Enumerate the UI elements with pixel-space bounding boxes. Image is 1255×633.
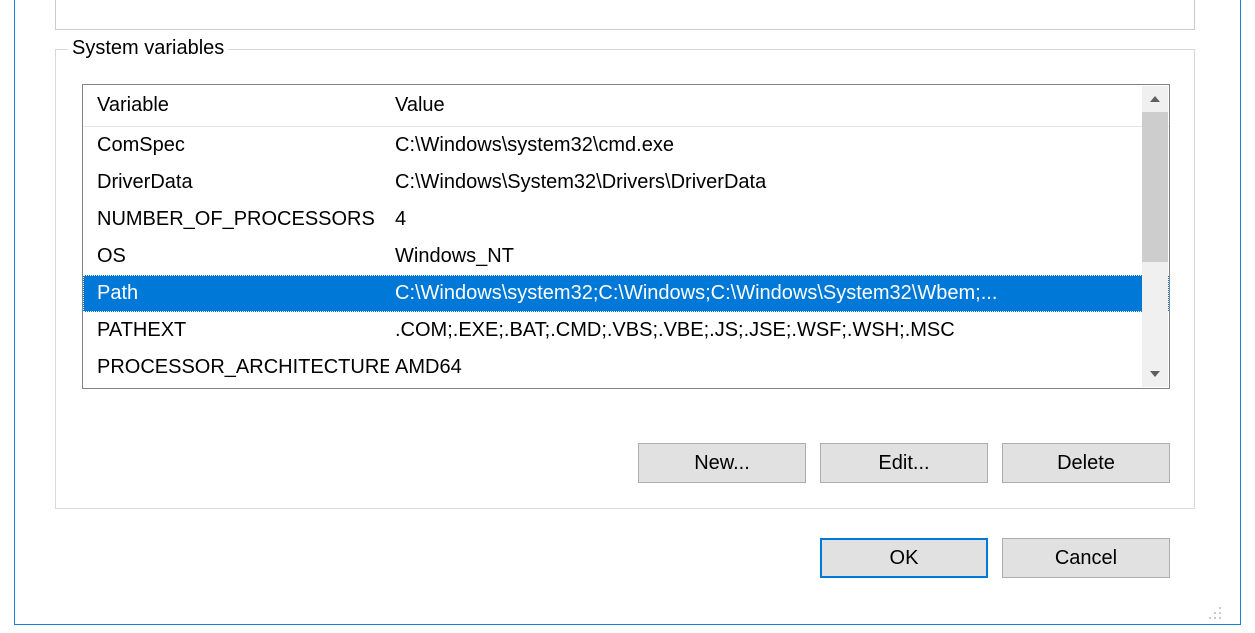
cell-variable: NUMBER_OF_PROCESSORS — [83, 208, 389, 231]
cell-variable: ComSpec — [83, 134, 389, 157]
resize-grip-icon[interactable] — [1207, 605, 1223, 621]
table-row[interactable]: ComSpecC:\Windows\system32\cmd.exe — [83, 127, 1169, 164]
cell-value: C:\Windows\system32\cmd.exe — [389, 134, 1169, 157]
scroll-up-arrow-icon[interactable] — [1142, 86, 1168, 112]
cell-variable: DriverData — [83, 171, 389, 194]
table-row[interactable]: NUMBER_OF_PROCESSORS4 — [83, 201, 1169, 238]
scroll-thumb[interactable] — [1142, 112, 1168, 262]
cell-variable: OS — [83, 245, 389, 268]
cell-value: C:\Windows\system32;C:\Windows;C:\Window… — [389, 282, 1169, 305]
column-header-value[interactable]: Value — [389, 94, 1169, 117]
cancel-button[interactable]: Cancel — [1002, 538, 1170, 578]
cell-value: Windows_NT — [389, 245, 1169, 268]
listview-header: Variable Value — [83, 85, 1169, 127]
table-row[interactable]: PATHEXT.COM;.EXE;.BAT;.CMD;.VBS;.VBE;.JS… — [83, 312, 1169, 349]
cell-variable: PATHEXT — [83, 319, 389, 342]
system-variables-listview[interactable]: Variable Value ComSpecC:\Windows\system3… — [82, 84, 1170, 389]
scroll-down-arrow-icon[interactable] — [1142, 361, 1168, 387]
cell-variable: PROCESSOR_ARCHITECTURE — [83, 356, 389, 379]
new-button[interactable]: New... — [638, 443, 806, 483]
cell-value: .COM;.EXE;.BAT;.CMD;.VBS;.VBE;.JS;.JSE;.… — [389, 319, 1169, 342]
column-header-variable[interactable]: Variable — [83, 94, 389, 117]
groupbox-title: System variables — [68, 37, 228, 60]
cell-value: AMD64 — [389, 356, 1169, 379]
vertical-scrollbar[interactable] — [1142, 86, 1168, 387]
cell-value: 4 — [389, 208, 1169, 231]
upper-groupbox-partial — [55, 0, 1195, 30]
delete-button[interactable]: Delete — [1002, 443, 1170, 483]
dialog-frame: System variables Variable Value ComSpecC… — [14, 0, 1241, 625]
table-row[interactable]: OSWindows_NT — [83, 238, 1169, 275]
table-row[interactable]: DriverDataC:\Windows\System32\Drivers\Dr… — [83, 164, 1169, 201]
dialog-button-row: OK Cancel — [820, 538, 1170, 578]
ok-button[interactable]: OK — [820, 538, 988, 578]
cell-variable: Path — [83, 282, 389, 305]
table-row[interactable]: PROCESSOR_ARCHITECTUREAMD64 — [83, 349, 1169, 386]
cell-value: C:\Windows\System32\Drivers\DriverData — [389, 171, 1169, 194]
system-variables-button-row: New... Edit... Delete — [638, 443, 1170, 483]
edit-button[interactable]: Edit... — [820, 443, 988, 483]
table-row[interactable]: PathC:\Windows\system32;C:\Windows;C:\Wi… — [83, 275, 1169, 312]
system-variables-groupbox: System variables Variable Value ComSpecC… — [55, 49, 1195, 509]
